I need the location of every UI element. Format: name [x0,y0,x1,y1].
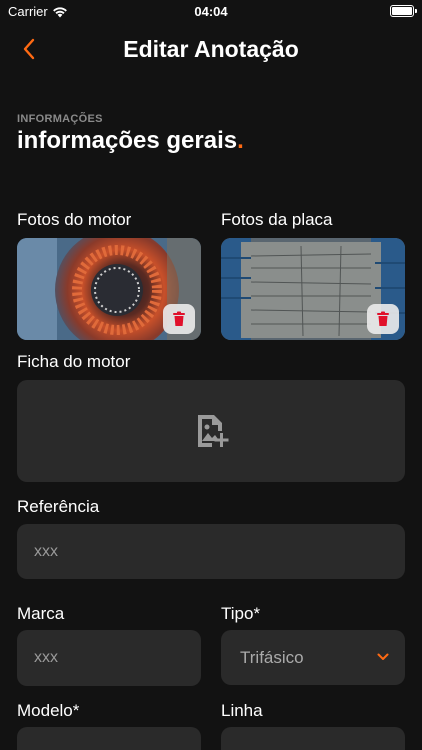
tipo-value: Trifásico [240,647,304,667]
status-time: 04:04 [194,4,228,19]
add-image-icon [196,413,230,454]
status-bar: Carrier 04:04 [0,0,422,22]
motor-sheet-label: Ficha do motor [17,352,131,371]
linha-input[interactable] [221,727,405,750]
modelo-input[interactable] [17,727,201,750]
referencia-label: Referência [17,497,100,516]
motor-sheet-upload[interactable] [17,380,405,482]
plate-photo[interactable] [221,238,405,340]
modelo-label: Modelo* [17,701,80,720]
motor-photos-label: Fotos do motor [17,210,132,229]
section-title-text: informações gerais [17,127,238,154]
plate-photos-label: Fotos da placa [221,210,333,229]
section-title: informações gerais. [17,127,244,155]
nav-bar: Editar Anotação [0,30,422,70]
section-title-dot: . [237,127,244,154]
referencia-input[interactable]: xxx [17,524,405,579]
motor-photo[interactable] [17,238,201,340]
trash-icon [173,311,185,326]
tipo-select[interactable]: Trifásico [221,630,405,685]
delete-plate-photo-button[interactable] [367,304,399,334]
tipo-label: Tipo* [221,604,261,623]
battery-icon [390,5,417,17]
trash-icon [377,311,389,326]
section-kicker: INFORMAÇÕES [17,113,103,125]
marca-placeholder: xxx [34,649,58,666]
linha-label: Linha [221,701,263,720]
marca-label: Marca [17,604,65,623]
page-title: Editar Anotação [123,36,299,62]
referencia-placeholder: xxx [34,542,58,560]
marca-input[interactable]: xxx [17,630,201,686]
chevron-down-icon [377,653,389,660]
delete-motor-photo-button[interactable] [163,304,195,334]
